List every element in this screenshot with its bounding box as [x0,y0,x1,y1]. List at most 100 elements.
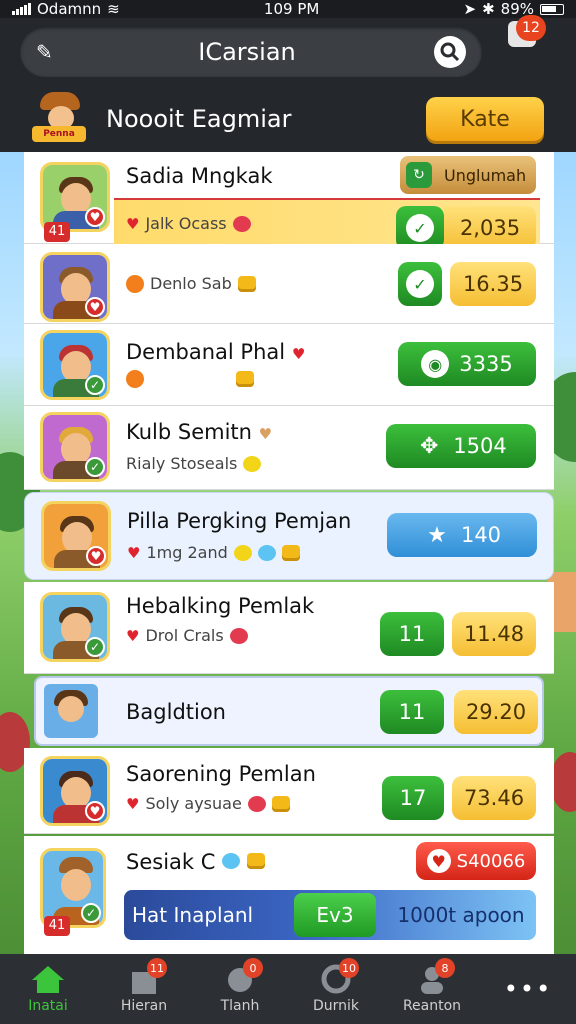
heart-badge-icon: ♥ [85,207,105,227]
avatar: ✓ [40,412,110,482]
nav-badge: 8 [435,958,455,978]
avatar: ♥ [40,756,110,826]
reward-button[interactable]: ♥ S40066 [416,842,536,880]
edit-icon[interactable]: ✎ [36,40,60,64]
nav-item-home[interactable]: Inatai [3,954,93,1024]
bluetooth-icon: ✱ [482,0,495,18]
nav-badge: 11 [147,958,167,978]
score-button[interactable]: ✥ 1504 [386,424,536,468]
carrier-label: Odamnn [37,0,102,18]
heart-icon: ♥ [291,345,306,363]
top-bar: ✎ ICarsian [0,18,576,86]
chat-icon: ◉ [421,350,450,378]
heart-icon: ♥ [126,626,140,645]
header-title: Noooit Eagmiar [106,105,292,133]
nav-label: Reanton [402,998,462,1014]
mascot-label: Penna [32,126,86,142]
nav-badge: 0 [243,958,263,978]
rank-tag: 41 [44,222,70,242]
nav-item-reanton[interactable]: 8 Reanton [387,954,477,1024]
gem-blue-icon [257,544,276,561]
avatar: ✓ [40,592,110,662]
more-icon: ••• [503,975,553,1003]
list-item[interactable]: ✓ Dembanal Phal ♥ ◉ 3335 [24,324,554,406]
level-badge: 11 [380,612,444,656]
gem-blue-icon [222,853,241,869]
coin-stack-icon [236,371,254,387]
bottom-nav: Inatai 11 Hieran 0 Tlanh 10 Durnik 8 Rea… [0,954,576,1024]
mascot-logo: Penna [32,92,92,146]
home-icon [30,964,66,994]
player-sub-label: Soly aysuae [145,794,242,813]
heart-badge-icon: ♥ [85,801,105,821]
battery-icon [540,3,564,15]
score-button[interactable]: ★ 140 [387,513,537,557]
coin-icon [126,274,144,293]
nav-item-hieran[interactable]: 11 Hieran [99,954,189,1024]
player-sub [126,370,254,388]
more-button[interactable]: ••• [483,954,573,1024]
rank-tag: 41 [44,916,70,936]
gem-icon [229,627,248,644]
nav-item-durnik[interactable]: 10 Durnik [291,954,381,1024]
player-sub-label: Drol Crals [145,626,224,645]
player-sub: Rialy Stoseals [126,454,262,473]
list-item-selected[interactable]: Bagldtion 11 29.20 [34,676,544,746]
list-item[interactable]: ♥ Pilla Pergking Pemjan ♥ 1mg 2and ★ 140 [24,492,554,580]
nav-label: Hieran [120,998,168,1014]
level-badge: 17 [382,776,444,820]
coin-stack-icon [281,544,300,561]
list-item[interactable]: ✓ Kulb Semitn ♥ Rialy Stoseals ✥ 1504 [24,406,554,490]
player-sub-label: 1mg 2and [146,543,228,562]
score-button[interactable]: ◉ 3335 [398,342,536,386]
player-sub: ♥ Jalk Ocass [126,214,251,233]
promo-banner[interactable]: Hat Inaplanl Ev3 1000t apoon [124,890,536,940]
heart-icon: ♥ [127,543,141,562]
player-sub: ♥ Drol Crals [126,626,248,645]
nav-label: Tlanh [220,998,260,1014]
smile-icon [233,544,252,561]
notification-button[interactable]: 12 [506,15,546,55]
check-badge-icon: ✓ [81,903,101,923]
avatar: ✓ [40,330,110,400]
player-name-label: Dembanal Phal [126,340,286,364]
heart-icon: ♥ [426,849,451,873]
status-bar: Odamnn ≋ 109 PM ➤ ✱ 89% [0,0,576,18]
heart-icon: ♥ [126,794,140,813]
player-name: Sadia Mngkak [126,164,273,188]
nav-item-tlanh[interactable]: 0 Tlanh [195,954,285,1024]
status-time: 109 PM [263,0,320,18]
orange-icon [126,370,144,388]
heart-badge-icon: ♥ [85,297,105,317]
list-item[interactable]: ✓ Hebalking Pemlak ♥ Drol Crals 11 11.48 [24,582,554,674]
check-badge-icon: ✓ [85,375,105,395]
action-button[interactable]: ✓ [398,262,442,306]
list-item[interactable]: ✓ 41 Sesiak C ♥ S40066 Hat Inaplanl Ev3 … [24,836,554,954]
check-badge-icon: ✓ [85,457,105,477]
unlock-tab-label: Unglumah [444,165,527,185]
avatar: ♥ [41,501,111,571]
list-item[interactable]: ♥ 41 Sadia Mngkak ↻ Unglumah ♥ Jalk Ocas… [24,152,554,258]
reward-value: S40066 [456,850,526,872]
search-bar[interactable]: ✎ ICarsian [20,27,482,77]
rate-button[interactable]: Kate [426,97,544,141]
list-item[interactable]: ♥ Denlo Sab ✓ 16.35 [24,244,554,324]
star-icon: ★ [427,522,447,548]
heart-badge-icon: ♥ [86,546,106,566]
unlock-tab-button[interactable]: ↻ Unglumah [400,156,536,194]
score-value: 140 [460,523,502,547]
status-left: Odamnn ≋ [12,0,120,18]
list-item[interactable]: ♥ Saorening Pemlan ♥ Soly aysuae 17 73.4… [24,748,554,834]
player-name: Pilla Pergking Pemjan [127,509,352,533]
notification-badge: 12 [516,15,546,41]
puzzle-icon: ✥ [420,433,439,459]
score-value: 3335 [459,352,513,376]
app-title: ICarsian [198,38,296,66]
promo-banner-label: Hat Inaplanl [132,903,254,927]
header-row: Penna Noooit Eagmiar Kate [0,86,576,152]
search-icon[interactable] [434,36,466,68]
coin-stack-icon [246,853,265,869]
check-icon: ✓ [406,214,434,242]
score-value: 11.48 [452,612,536,656]
player-name: Bagldtion [126,700,226,724]
